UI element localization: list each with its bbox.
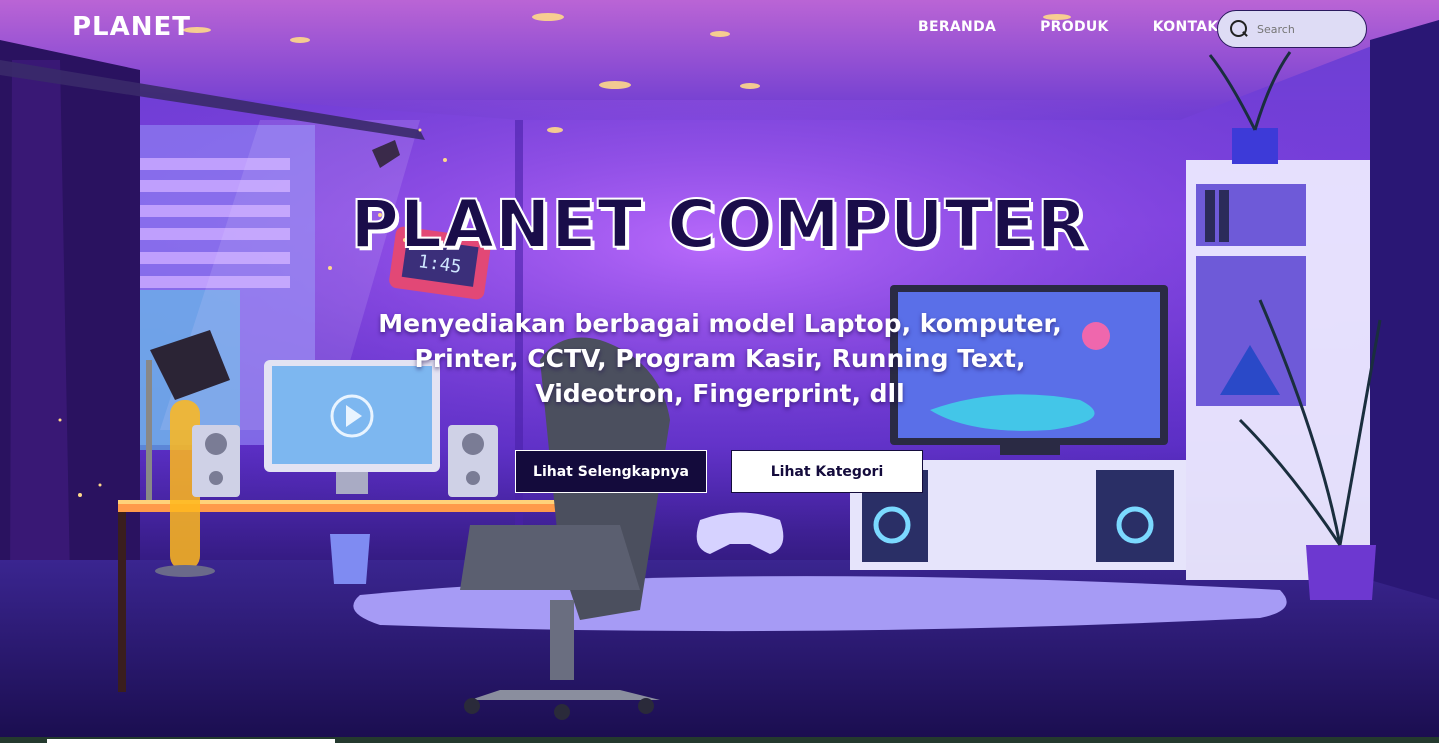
- see-more-button[interactable]: Lihat Selengkapnya: [515, 450, 707, 493]
- search-icon[interactable]: [1230, 20, 1248, 38]
- nav-link-beranda[interactable]: BERANDA: [918, 19, 996, 35]
- bottom-strip: [0, 737, 1439, 743]
- site-logo[interactable]: PLANET: [72, 12, 191, 42]
- hero-subtitle: Menyediakan berbagai model Laptop, kompu…: [378, 309, 1062, 408]
- hero-section: 1:45 PLANET BERANDA PRODUK KONTAK PLANET…: [0, 0, 1439, 743]
- nav-link-produk[interactable]: PRODUK: [1040, 19, 1109, 35]
- nav-link-kontak[interactable]: KONTAK: [1153, 19, 1219, 35]
- see-categories-button[interactable]: Lihat Kategori: [731, 450, 923, 493]
- search-box[interactable]: [1217, 10, 1367, 48]
- search-input[interactable]: [1257, 22, 1357, 36]
- bottom-strip-highlight: [47, 739, 335, 743]
- hero-title: PLANET COMPUTER: [350, 185, 1089, 264]
- main-nav: BERANDA PRODUK KONTAK: [918, 19, 1263, 35]
